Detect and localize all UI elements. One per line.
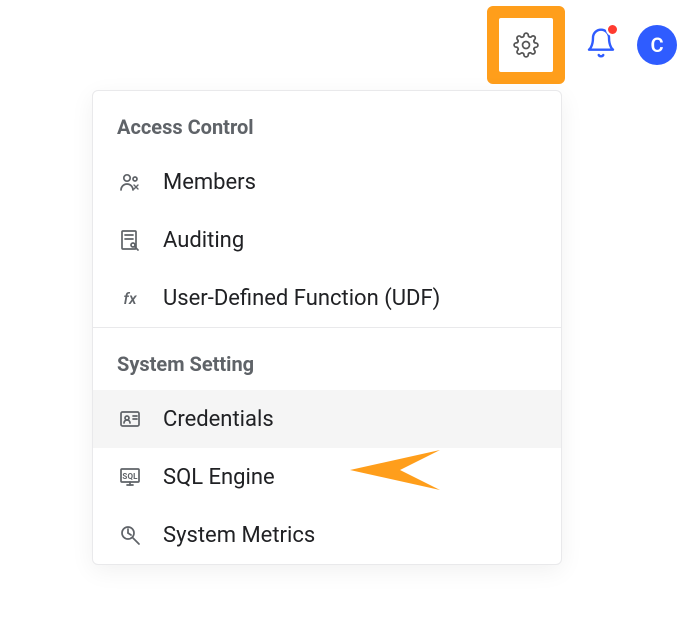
menu-item-members[interactable]: Members <box>93 153 561 211</box>
menu-item-system-metrics[interactable]: System Metrics <box>93 506 561 564</box>
topbar: C <box>0 0 695 90</box>
avatar-letter: C <box>650 33 663 57</box>
menu-item-label: Members <box>163 170 256 195</box>
menu-item-label: Auditing <box>163 228 244 253</box>
menu-item-sql-engine[interactable]: SQL SQL Engine <box>93 448 561 506</box>
credentials-icon <box>117 406 143 432</box>
menu-item-udf[interactable]: fx User-Defined Function (UDF) <box>93 269 561 327</box>
sql-engine-icon: SQL <box>117 464 143 490</box>
notifications-button[interactable] <box>585 27 617 63</box>
members-icon <box>117 169 143 195</box>
menu-item-credentials[interactable]: Credentials <box>93 390 561 448</box>
metrics-icon <box>117 522 143 548</box>
menu-item-label: Credentials <box>163 407 274 432</box>
settings-button[interactable] <box>499 18 553 72</box>
settings-dropdown: Access Control Members Auditing fx <box>92 90 562 565</box>
function-icon: fx <box>117 285 143 311</box>
dropdown-section-header: Access Control <box>93 91 561 153</box>
gear-icon <box>513 32 539 58</box>
menu-item-label: User-Defined Function (UDF) <box>163 286 440 311</box>
avatar[interactable]: C <box>637 25 677 65</box>
menu-item-label: System Metrics <box>163 523 315 548</box>
dropdown-section-header: System Setting <box>93 328 561 390</box>
menu-item-auditing[interactable]: Auditing <box>93 211 561 269</box>
settings-highlight-box <box>487 6 565 84</box>
menu-item-label: SQL Engine <box>163 465 275 490</box>
notification-indicator-dot <box>606 23 619 36</box>
auditing-icon <box>117 227 143 253</box>
